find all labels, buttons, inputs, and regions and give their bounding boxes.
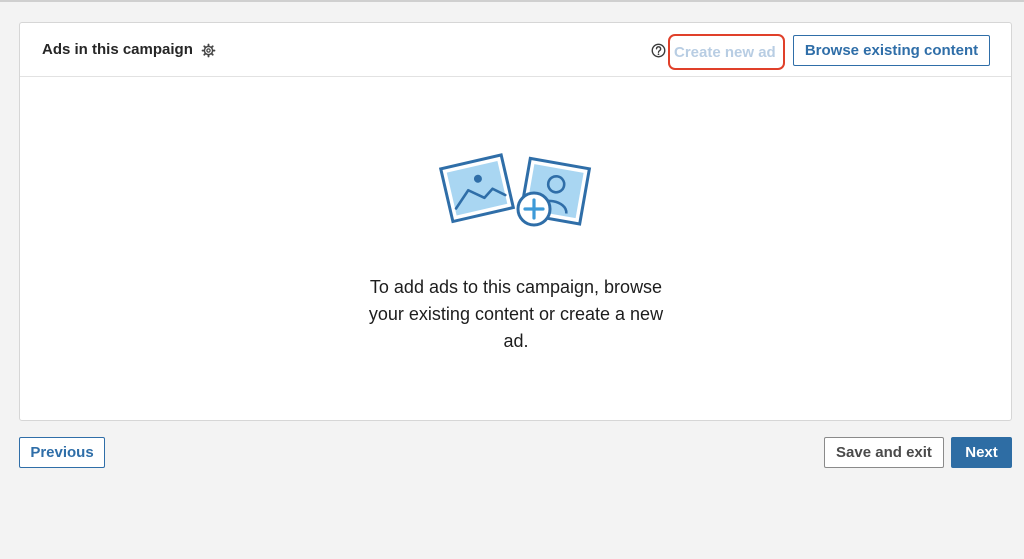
create-new-ad-button[interactable]: Create new ad: [673, 37, 783, 67]
campaign-ads-page: Ads in this campaign Create new ad Brows…: [0, 0, 1024, 559]
gear-icon[interactable]: [201, 43, 216, 58]
help-circle-icon[interactable]: [651, 43, 666, 58]
card-header: Ads in this campaign Create new ad Brows…: [20, 23, 1011, 77]
previous-button[interactable]: Previous: [19, 437, 105, 468]
next-button[interactable]: Next: [951, 437, 1012, 468]
top-divider: [0, 0, 1024, 2]
save-and-exit-button[interactable]: Save and exit: [824, 437, 944, 468]
card-title: Ads in this campaign: [42, 41, 193, 58]
add-image-content-illustration: [438, 151, 594, 233]
ads-campaign-card: Ads in this campaign Create new ad Brows…: [19, 22, 1012, 421]
browse-existing-content-button[interactable]: Browse existing content: [793, 35, 990, 66]
empty-state-message: To add ads to this campaign, browse your…: [368, 277, 664, 351]
